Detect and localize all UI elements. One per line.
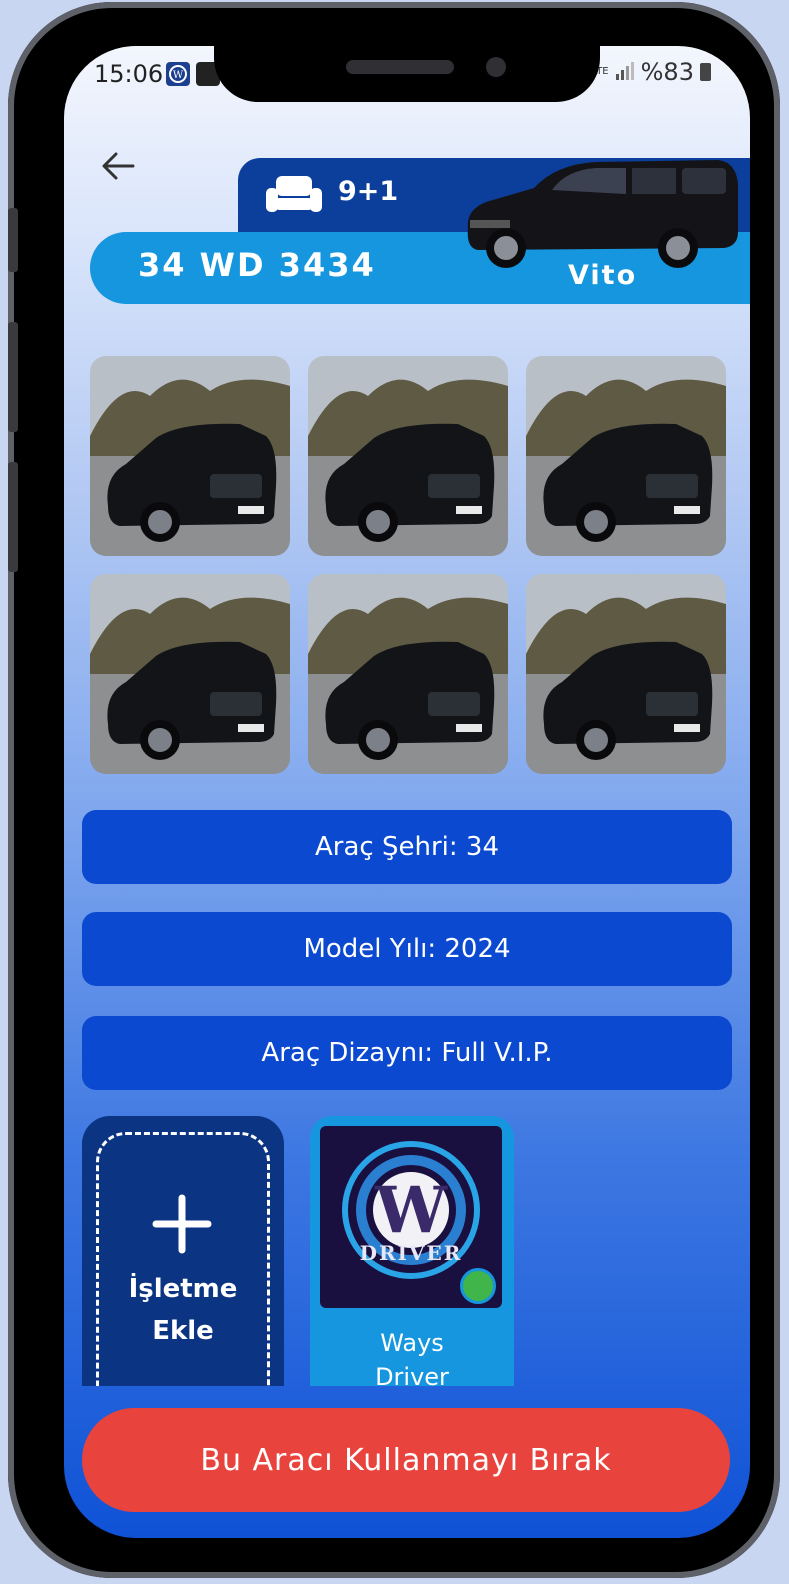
vehicle-photo[interactable] <box>90 356 290 556</box>
plus-icon <box>152 1194 212 1258</box>
battery-percent: %83 <box>640 58 694 86</box>
model-year-row: Model Yılı: 2024 <box>82 912 732 986</box>
logo-text: DRIVER <box>360 1241 463 1265</box>
vehicle-photo[interactable] <box>526 574 726 774</box>
svg-text:W: W <box>173 70 184 81</box>
business-card[interactable]: W DRIVER Ways Driver <box>310 1116 514 1386</box>
vehicle-photo[interactable] <box>308 356 508 556</box>
volume-up-button <box>8 322 18 432</box>
add-business-label-line2: Ekle <box>152 1316 214 1346</box>
vehicle-city-row: Araç Şehri: 34 <box>82 810 732 884</box>
plate-number: 34 WD 3434 <box>138 246 376 284</box>
arrow-left-icon <box>102 152 135 180</box>
vehicle-photo[interactable] <box>308 574 508 774</box>
business-name-line2: Driver <box>375 1363 449 1386</box>
dashed-border <box>96 1132 270 1386</box>
back-button[interactable] <box>98 146 138 186</box>
status-right: LTE %83 <box>592 58 711 86</box>
online-status-dot <box>460 1268 496 1304</box>
seat-count: 9+1 <box>338 176 399 207</box>
seat-icon <box>266 174 322 220</box>
volume-down-button <box>8 462 18 572</box>
vehicle-design-row: Araç Dizaynı: Full V.I.P. <box>82 1016 732 1090</box>
app-screen: 15:06 W LTE %83 9+1 34 WD 3434 Vito Araç… <box>64 46 750 1538</box>
battery-icon <box>699 63 711 81</box>
stop-using-vehicle-button[interactable]: Bu Aracı Kullanmayı Bırak <box>82 1408 730 1512</box>
app-notification-icon: W <box>166 62 190 86</box>
business-name-line1: Ways <box>380 1329 444 1357</box>
vehicle-hero-image <box>456 154 746 278</box>
signal-icon <box>615 58 635 86</box>
camera-notch <box>214 46 600 102</box>
logo-letter: W <box>374 1173 448 1248</box>
side-button <box>8 208 18 272</box>
phone-frame: 15:06 W LTE %83 9+1 34 WD 3434 Vito Araç… <box>8 2 780 1578</box>
business-name: Ways Driver <box>310 1326 514 1386</box>
add-business-card[interactable]: İşletme Ekle <box>82 1116 284 1386</box>
add-business-label-line1: İşletme <box>128 1274 238 1304</box>
status-time: 15:06 <box>94 60 164 88</box>
vehicle-photo[interactable] <box>526 356 726 556</box>
vehicle-photo[interactable] <box>90 574 290 774</box>
